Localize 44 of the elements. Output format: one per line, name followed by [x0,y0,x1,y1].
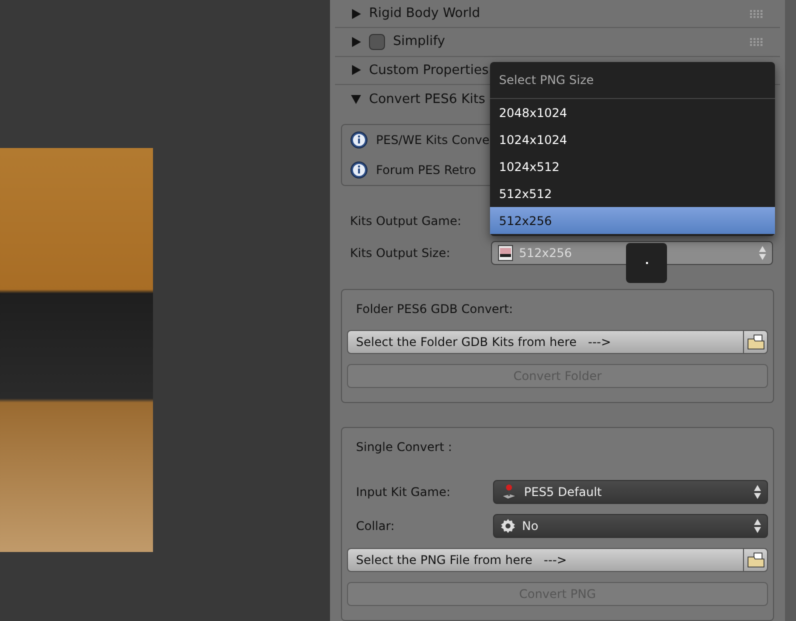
info-icon [350,131,368,150]
menu-item[interactable]: 1024x512 [490,153,775,180]
panel-checkbox[interactable] [369,34,385,50]
panel-title: Rigid Body World [369,4,480,23]
panel-title: Simplify [393,33,446,52]
panel-title: Convert PES6 Kits [369,90,486,109]
drag-handle-icon[interactable] [750,38,764,46]
folder-browse-button[interactable] [743,548,767,572]
panel-header[interactable]: Rigid Body World [335,0,780,28]
section-title: Single Convert : [355,439,454,456]
section-title: Folder PES6 GDB Convert: [355,301,514,318]
menu-item[interactable]: 512x512 [490,180,775,207]
menu-item[interactable]: 512x256 [490,207,775,234]
info-text: Forum PES Retro [376,162,476,180]
folder-icon [746,334,764,350]
path-text: Select the PNG File from here ---> [355,552,568,569]
field-label: Kits Output Size: [350,245,452,262]
panel-header[interactable]: Simplify [335,28,780,57]
up-down-arrows-icon [754,485,761,499]
expanded-triangle-icon [351,94,361,104]
menu-item[interactable]: 2048x1024 [490,99,775,126]
image-icon [498,245,513,261]
gear-icon [500,518,516,534]
collapsed-triangle-icon [351,8,361,19]
folder-browse-button[interactable] [743,330,767,354]
joystick-icon [500,483,518,501]
up-down-arrows-icon [754,519,761,533]
menu-title: Select PNG Size [490,62,775,99]
path-text: Select the Folder GDB Kits from here ---> [355,334,612,351]
drag-handle-icon[interactable] [750,10,764,18]
field-label: Input Kit Game: [355,484,452,501]
panel-title: Custom Properties [369,62,489,80]
collapsed-triangle-icon [351,37,361,48]
dropdown-value: 512x256 [519,245,572,262]
field-label: Collar: [355,518,396,535]
dropdown-value: No [522,518,538,535]
up-down-arrows-icon [759,246,766,260]
collapsed-triangle-icon [351,65,361,76]
dropdown-value: PES5 Default [524,484,602,501]
field-label: Kits Output Game: [350,213,462,230]
folder-icon [746,552,764,568]
info-icon [350,161,368,180]
menu-item[interactable]: 1024x1024 [490,126,775,153]
info-text: PES/WE Kits Conve [376,132,490,150]
